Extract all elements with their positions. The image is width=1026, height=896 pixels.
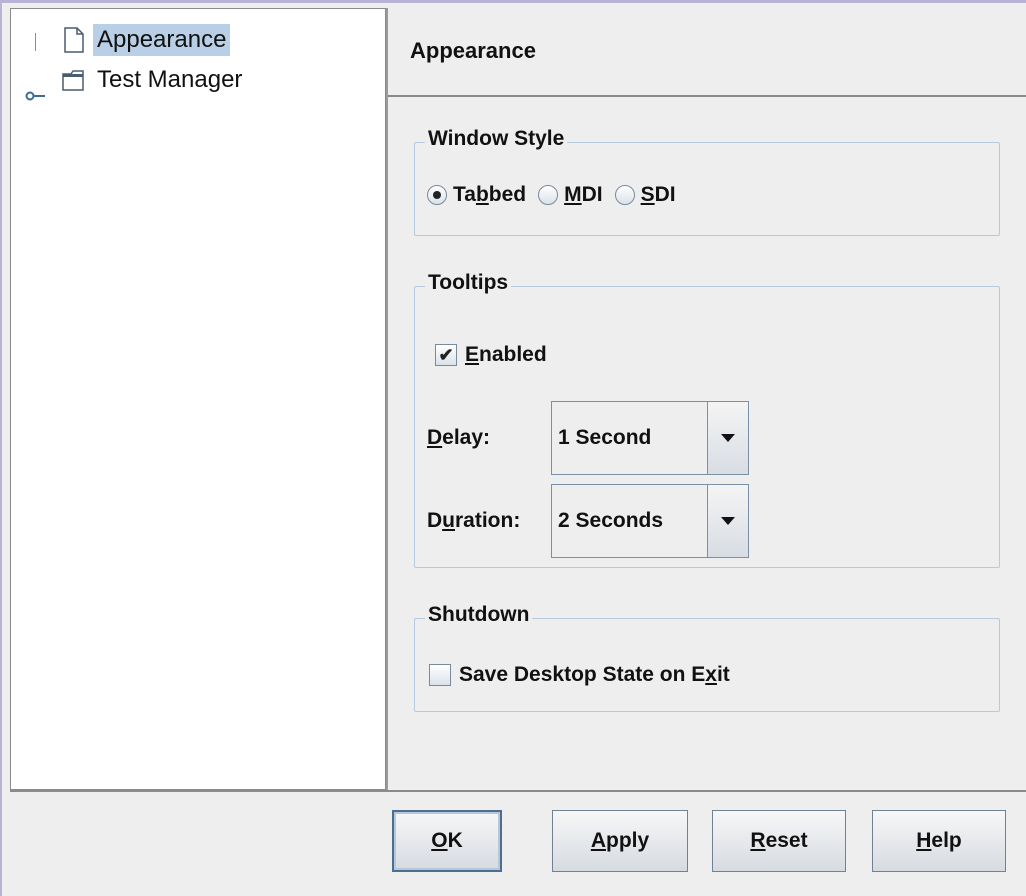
checkbox-label: Save Desktop State on Exit [459,663,730,686]
radio-label: MDI [564,183,603,206]
shutdown-group: Shutdown Save Desktop State on Exit [414,603,1000,712]
dropdown-arrow-icon[interactable] [707,402,748,474]
help-button[interactable]: Help [872,810,1006,872]
duration-label: Duration: [427,509,521,532]
tree-expand-handle-icon[interactable] [25,91,45,101]
apply-button[interactable]: Apply [552,810,688,872]
tree-connector-line [35,33,36,51]
tree-item-appearance[interactable]: Appearance [61,23,231,57]
radio-label: SDI [640,183,676,206]
tree-item-label: Test Manager [97,66,243,93]
document-icon [64,27,84,53]
radio-sdi[interactable]: SDI [614,183,676,207]
settings-tree[interactable]: Appearance Test Manager [10,8,386,790]
delay-value: 1 Second [558,426,652,449]
group-legend: Window Style [425,127,568,151]
window-style-options: Tabbed MDI SDI [427,183,676,207]
panel-divider[interactable] [386,8,388,790]
save-desktop-state-checkbox[interactable]: Save Desktop State on Exit [429,663,730,687]
group-legend: Tooltips [425,271,512,295]
footer-separator [10,790,1026,792]
radio-label: Tabbed [453,183,527,206]
checkbox-unchecked-icon[interactable] [429,664,451,686]
folder-icon [62,70,84,91]
page-title: Appearance [410,38,536,63]
radio-indicator[interactable] [538,185,559,205]
duration-dropdown[interactable]: 2 Seconds [551,484,749,558]
window-style-group: Window Style Tabbed MDI SDI [414,127,1000,236]
dropdown-arrow-icon[interactable] [707,485,748,557]
radio-indicator[interactable] [427,185,447,205]
radio-tabbed[interactable]: Tabbed [427,183,526,207]
enabled-checkbox[interactable]: ✔ Enabled [435,343,547,367]
duration-value: 2 Seconds [558,509,664,532]
header-separator [388,95,1026,97]
reset-button[interactable]: Reset [712,810,846,872]
checkbox-checked-icon[interactable]: ✔ [435,344,457,366]
ok-button[interactable]: OK [392,810,502,872]
tooltips-group: Tooltips ✔ Enabled Delay: 1 Second Durat… [414,271,1000,568]
tree-item-test-manager[interactable]: Test Manager [61,63,246,97]
group-legend: Shutdown [425,603,533,627]
radio-indicator[interactable] [614,185,635,205]
delay-dropdown[interactable]: 1 Second [551,401,749,475]
delay-label: Delay: [427,426,491,449]
radio-mdi[interactable]: MDI [538,183,603,207]
checkbox-label: Enabled [465,343,547,366]
tree-item-label: Appearance [93,24,231,56]
